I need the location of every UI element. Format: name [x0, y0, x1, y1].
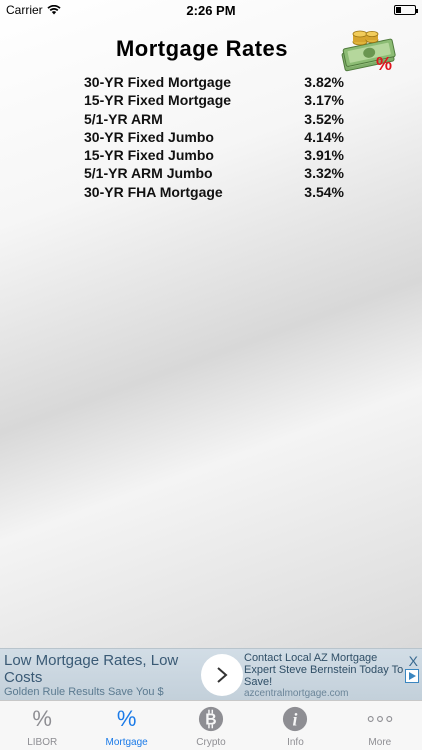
ad-choices-icon[interactable]: [405, 669, 419, 683]
rate-value: 3.52%: [304, 110, 344, 127]
info-icon: i: [282, 706, 308, 732]
tab-more[interactable]: More: [338, 701, 422, 750]
ad-banner[interactable]: Low Mortgage Rates, Low Costs Golden Rul…: [0, 648, 422, 700]
tab-label: More: [368, 737, 392, 748]
tab-label: Info: [287, 737, 304, 748]
tab-info[interactable]: i Info: [253, 701, 337, 750]
tab-bar: % LIBOR % Mortgage B Crypto i Info More: [0, 700, 422, 750]
ad-close-button[interactable]: X: [409, 653, 418, 669]
tab-label: Mortgage: [105, 737, 148, 748]
rate-label: 15-YR Fixed Jumbo: [84, 147, 214, 164]
rate-row: 30-YR Fixed Mortgage 3.82%: [84, 73, 354, 91]
chevron-right-icon: [217, 667, 228, 683]
rate-row: 5/1-YR ARM 3.52%: [84, 110, 354, 128]
rate-row: 30-YR Fixed Jumbo 4.14%: [84, 128, 354, 146]
svg-text:%: %: [376, 54, 392, 72]
rate-label: 15-YR Fixed Mortgage: [84, 92, 232, 109]
more-icon: [367, 706, 393, 732]
rate-row: 15-YR Fixed Jumbo 3.91%: [84, 146, 354, 164]
rate-label: 5/1-YR ARM Jumbo: [84, 165, 213, 182]
percent-icon: %: [32, 706, 52, 731]
rate-row: 15-YR Fixed Mortgage 3.17%: [84, 91, 354, 109]
svg-text:i: i: [293, 710, 298, 730]
tab-libor[interactable]: % LIBOR: [0, 701, 84, 750]
rate-value: 3.91%: [304, 147, 344, 164]
ad-url[interactable]: azcentralmortgage.com: [244, 688, 349, 699]
status-left: Carrier: [6, 3, 126, 17]
money-percent-icon: %: [341, 30, 396, 72]
tab-crypto[interactable]: B Crypto: [169, 701, 253, 750]
bitcoin-icon: B: [198, 706, 224, 732]
rate-label: 30-YR FHA Mortgage: [84, 183, 223, 200]
rate-label: 30-YR Fixed Jumbo: [84, 128, 214, 145]
rate-value: 3.17%: [304, 92, 344, 109]
carrier-label: Carrier: [6, 3, 43, 17]
wifi-icon: [47, 5, 61, 15]
tab-label: LIBOR: [27, 737, 58, 748]
ad-description[interactable]: Contact Local AZ Mortgage Expert Steve B…: [244, 652, 404, 688]
battery-icon: [393, 5, 418, 15]
rates-list: 30-YR Fixed Mortgage 3.82% 15-YR Fixed M…: [84, 73, 354, 201]
ad-subtext[interactable]: Golden Rule Results Save You $: [4, 686, 164, 698]
rate-label: 5/1-YR ARM: [84, 110, 163, 127]
tab-label: Crypto: [196, 737, 226, 748]
status-time: 2:26 PM: [186, 2, 236, 18]
rate-value: 3.32%: [304, 165, 344, 182]
ad-headline[interactable]: Low Mortgage Rates, Low Costs: [4, 652, 204, 686]
svg-text:B: B: [205, 712, 216, 729]
rate-label: 30-YR Fixed Mortgage: [84, 74, 232, 90]
status-right: [296, 5, 418, 15]
rate-value: 4.14%: [304, 128, 344, 145]
rate-value: 3.54%: [304, 183, 344, 200]
status-bar: Carrier 2:26 PM: [0, 0, 422, 20]
rate-row: 30-YR FHA Mortgage 3.54%: [84, 183, 354, 201]
rate-row: 5/1-YR ARM Jumbo 3.32%: [84, 164, 354, 182]
ad-open-button[interactable]: [201, 654, 243, 696]
percent-icon: %: [116, 706, 137, 731]
rate-value: 3.82%: [304, 74, 344, 90]
tab-mortgage[interactable]: % Mortgage: [84, 701, 168, 750]
